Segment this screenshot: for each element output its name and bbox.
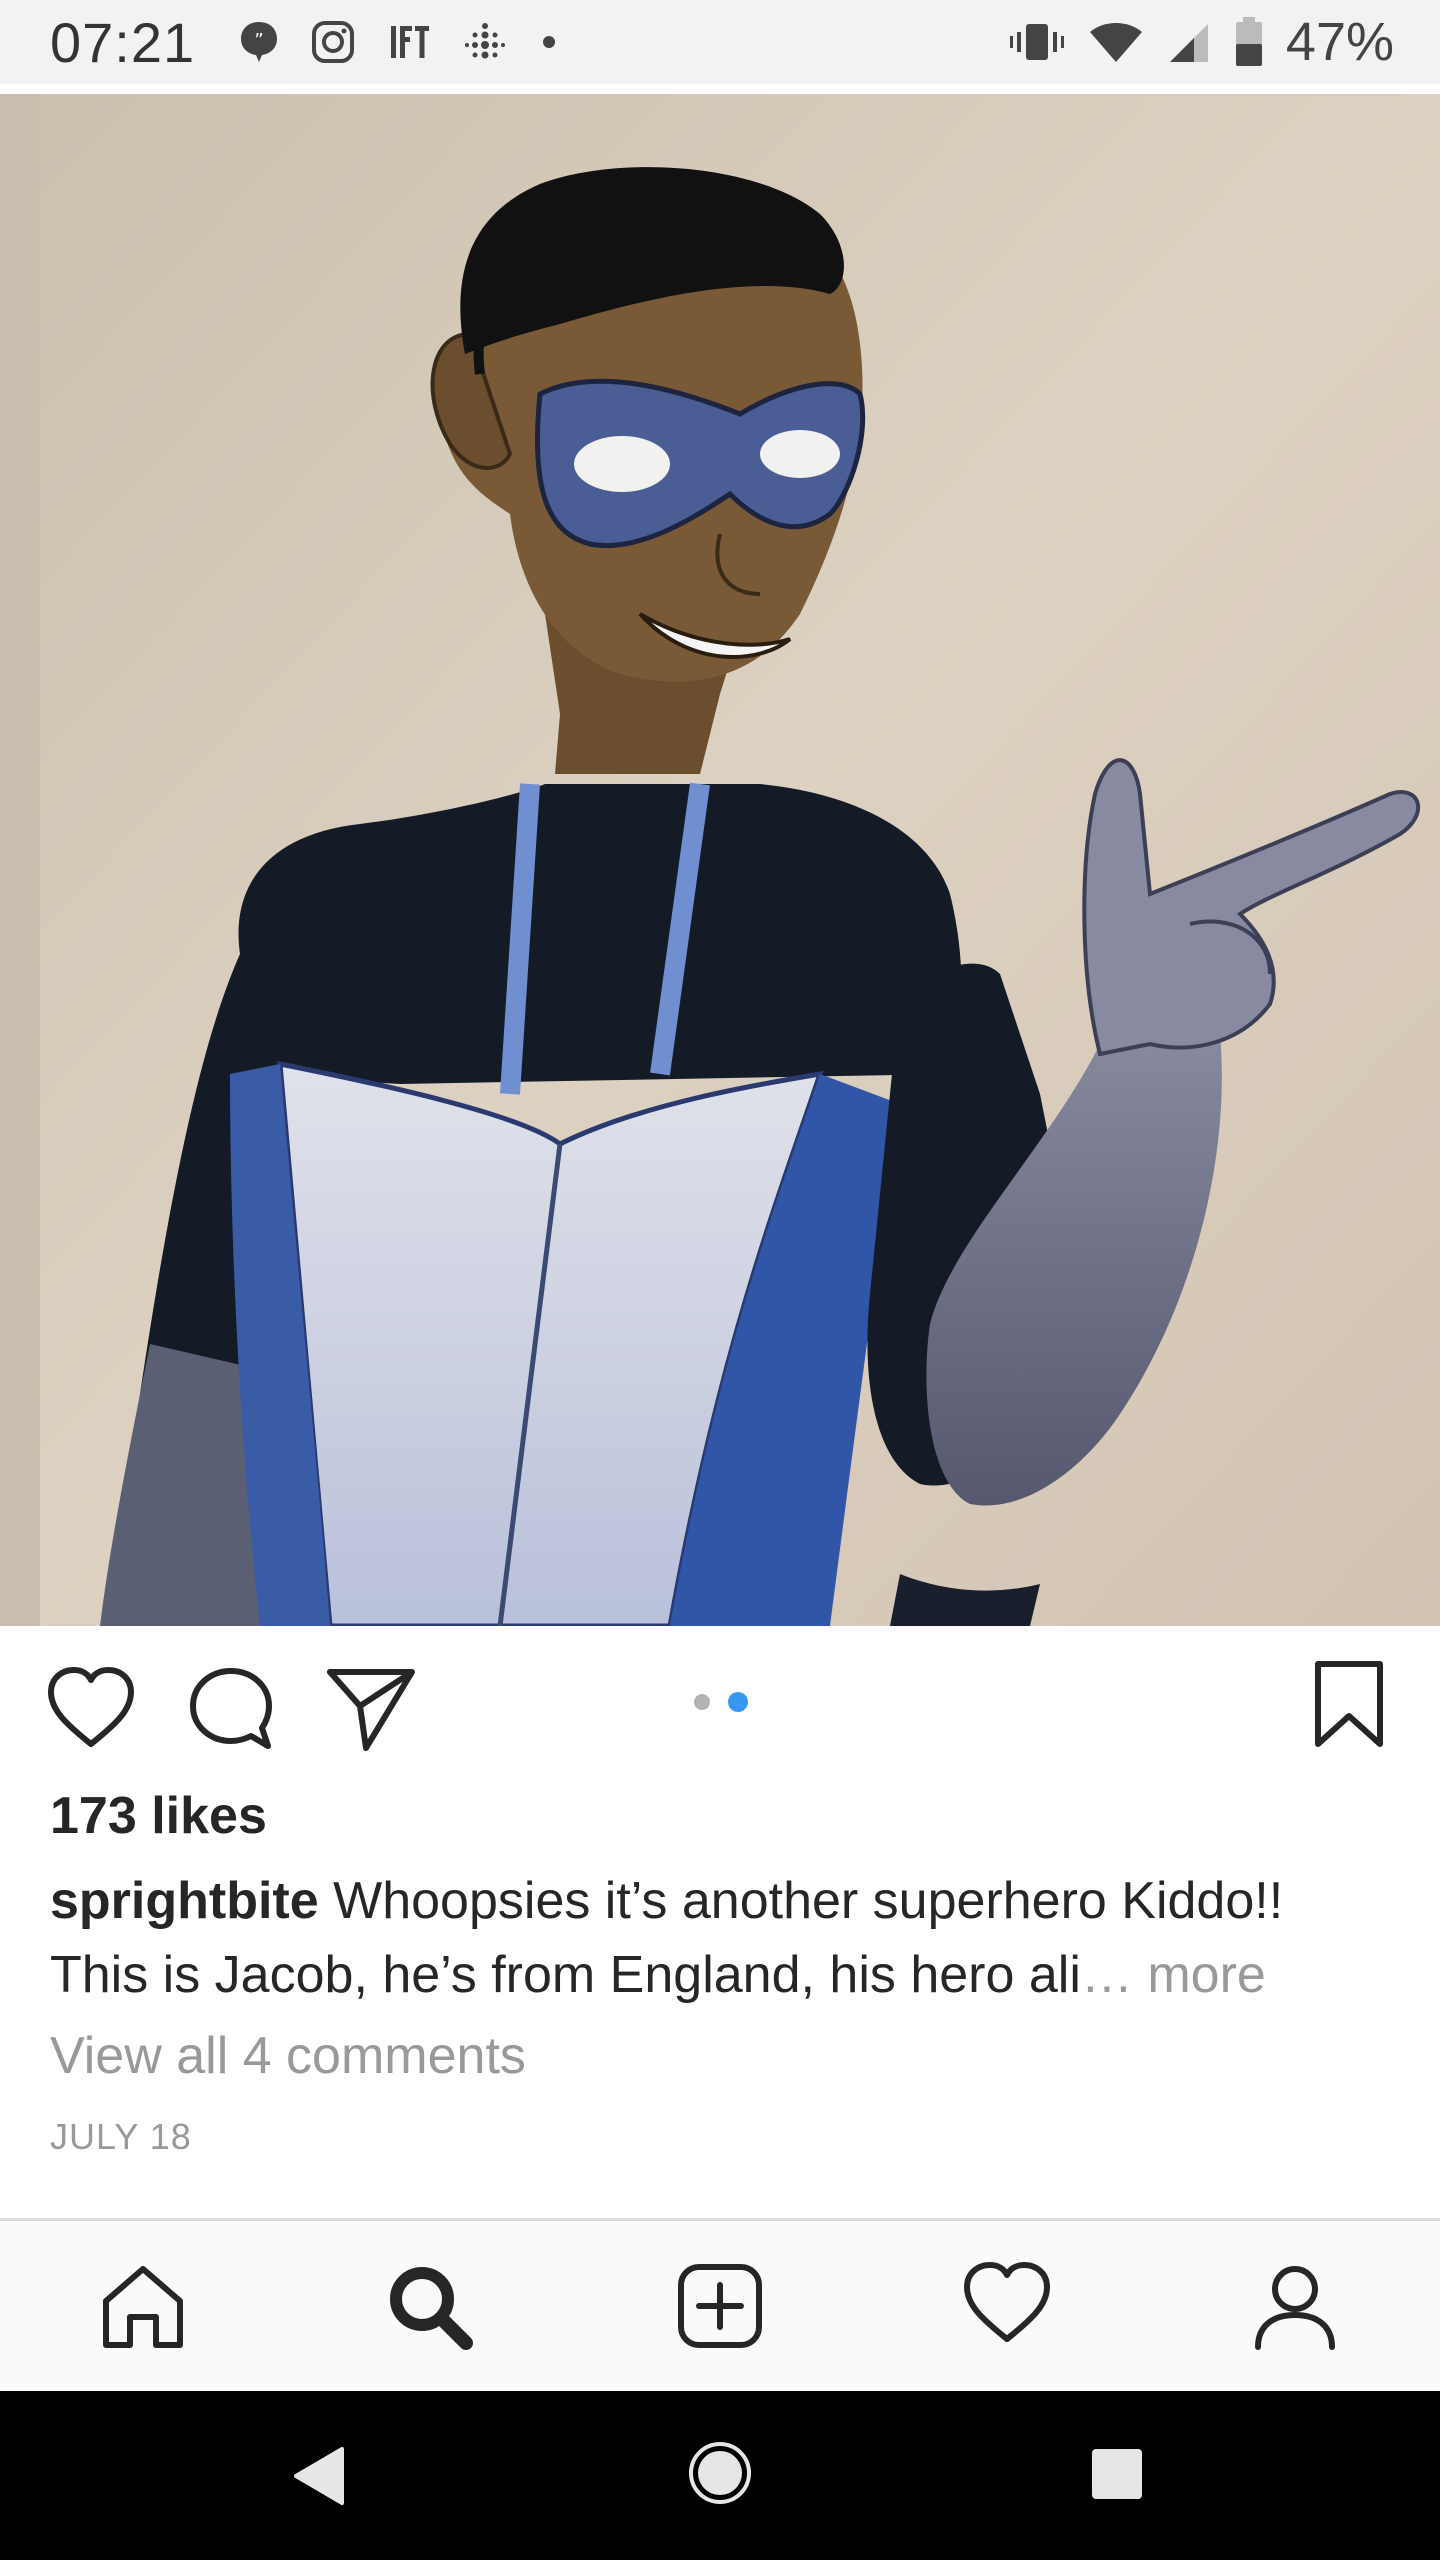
profile-icon[interactable] [1250,2261,1340,2356]
illustration [0,94,1440,1626]
signal-icon [1166,20,1212,64]
home-circle-icon[interactable] [688,2441,752,2510]
status-bar: 07:21 ” 47% [0,0,1440,84]
instagram-icon [311,20,355,64]
comment-icon[interactable] [188,1666,274,1757]
caption-username[interactable]: sprightbite [50,1872,319,1930]
carousel-indicator [694,1692,748,1712]
caption-ellipsis: … [1080,1946,1133,2004]
post-image[interactable] [0,94,1440,1626]
recents-icon[interactable] [1090,2447,1144,2506]
battery-icon [1234,16,1264,68]
home-icon[interactable] [98,2261,188,2356]
share-icon[interactable] [326,1666,416,1757]
add-post-icon[interactable] [675,2261,765,2356]
battery-percentage: 47% [1285,12,1394,72]
svg-text:”: ” [254,30,263,51]
back-icon[interactable] [290,2445,346,2512]
bookmark-icon[interactable] [1312,1658,1386,1755]
status-time: 07:21 [50,10,196,74]
caption-more-link[interactable]: more [1147,1946,1265,2004]
carousel-dot [694,1694,710,1710]
android-nav-bar [0,2391,1440,2560]
vibrate-icon [1008,20,1066,64]
dot-icon [539,32,559,52]
notification-icons: ” [239,20,559,64]
wifi-icon [1088,20,1144,64]
view-comments-link[interactable]: View all 4 comments [50,2026,526,2086]
bottom-nav [0,2221,1440,2391]
carousel-dot-active [728,1692,748,1712]
status-divider [0,84,1440,94]
search-icon[interactable] [384,2261,474,2356]
ifttt-icon [387,20,431,64]
fitbit-icon [463,20,507,64]
message-icon: ” [239,20,279,64]
post-date: JULY 18 [50,2116,192,2157]
activity-heart-icon[interactable] [962,2261,1052,2350]
likes-count[interactable]: 173 likes [50,1786,267,1846]
post-caption: sprightbite Whoopsies it’s another super… [50,1864,1390,2012]
system-icons: 47% [1008,11,1394,73]
heart-icon[interactable] [46,1666,136,1755]
